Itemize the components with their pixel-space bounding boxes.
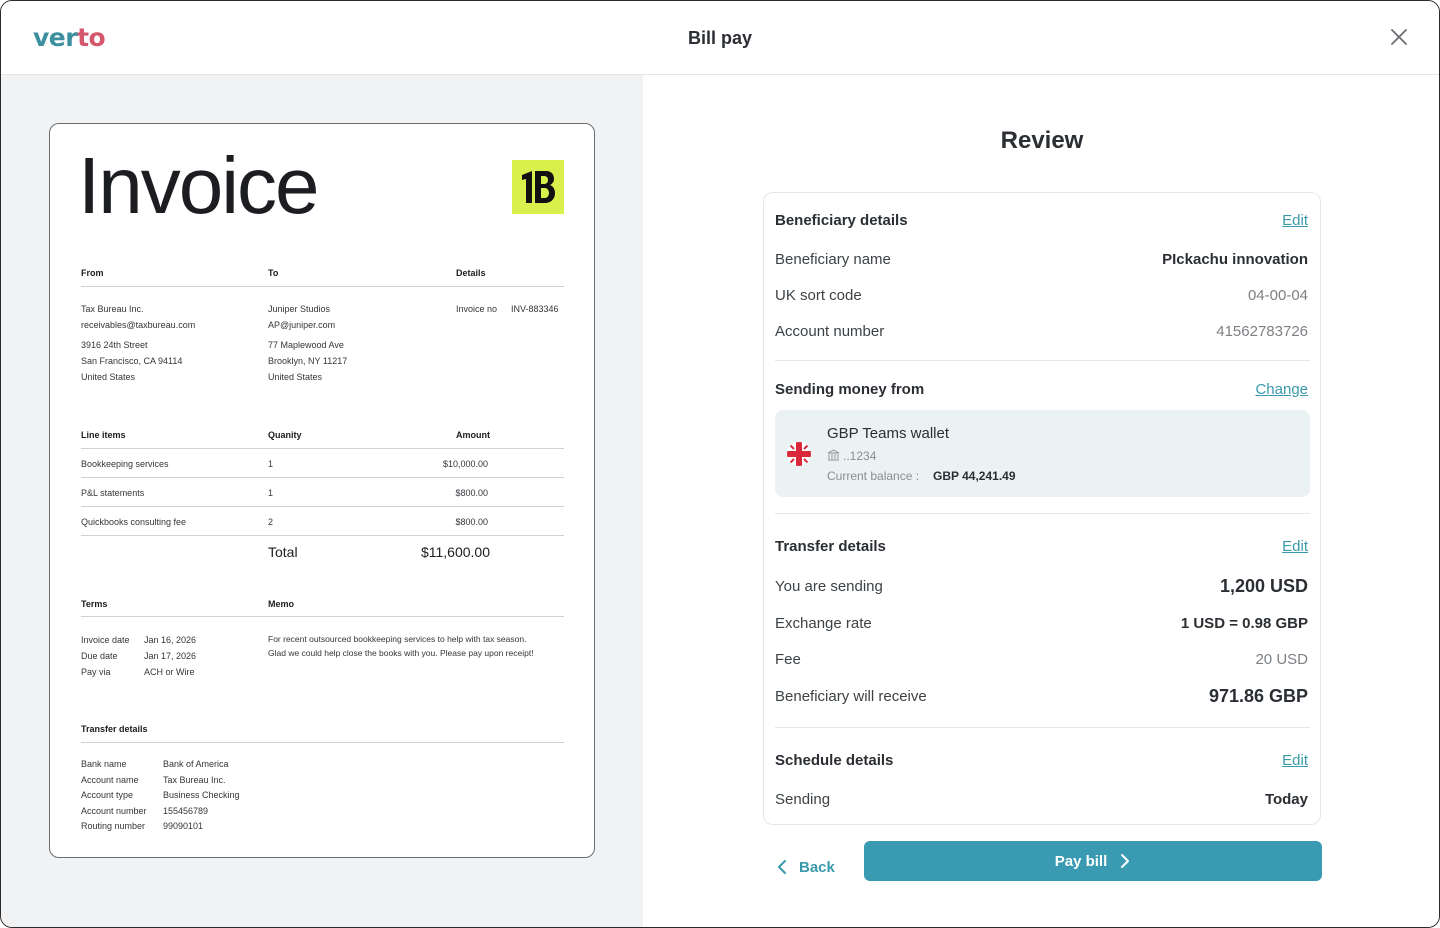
- review-pane: Review Beneficiary details Edit Benefici…: [643, 75, 1439, 927]
- chevron-left-icon: [778, 860, 786, 874]
- schedule-details-heading: Schedule details: [775, 752, 894, 769]
- amount-label: Amount: [456, 430, 490, 440]
- beneficiary-receive-label: Beneficiary will receive: [775, 688, 927, 705]
- wallet-name: GBP Teams wallet: [827, 425, 949, 442]
- exchange-rate: 1 USD = 0.98 GBP: [1180, 615, 1308, 632]
- balance-label: Current balance :: [827, 469, 920, 483]
- line-item-name: Quickbooks consulting fee: [81, 517, 187, 527]
- exchange-rate-label: Exchange rate: [775, 615, 872, 632]
- fee-label: Fee: [775, 651, 801, 668]
- edit-transfer-link[interactable]: Edit: [1282, 538, 1308, 555]
- you-are-sending-label: You are sending: [775, 578, 883, 595]
- divider: [81, 286, 564, 287]
- back-label: Back: [799, 858, 835, 876]
- account-number: 41562783726: [1216, 323, 1308, 340]
- divider: [81, 448, 564, 449]
- invoice-no-label: Invoice no: [456, 304, 498, 314]
- vendor-logo: [512, 160, 564, 214]
- top-bar: verto Bill pay: [1, 1, 1439, 75]
- divider: [81, 616, 564, 617]
- sort-code-label: UK sort code: [775, 287, 862, 304]
- divider: [81, 506, 564, 507]
- invoice-no: INV-883346: [511, 304, 559, 314]
- chevron-right-icon: [1121, 854, 1130, 868]
- invoice-preview-pane: Invoice From To Details Tax Bureau Inc. …: [1, 75, 643, 927]
- schedule-sending-label: Sending: [775, 791, 831, 808]
- edit-schedule-link[interactable]: Edit: [1282, 752, 1308, 769]
- quantity-label: Quanity: [268, 430, 302, 440]
- memo-text: For recent outsourced bookkeeping servic…: [268, 634, 534, 658]
- from-block: Tax Bureau Inc. receivables@taxbureau.co…: [81, 304, 196, 330]
- pay-bill-label: Pay bill: [1054, 852, 1108, 870]
- terms-label: Terms: [81, 599, 108, 609]
- pay-bill-button[interactable]: Pay bill: [864, 841, 1322, 881]
- divider: [775, 360, 1310, 361]
- transfer-details-heading: Transfer details: [775, 538, 886, 555]
- line-item-qty: 1: [268, 459, 274, 469]
- to-block: Juniper Studios AP@juniper.com: [268, 304, 336, 330]
- change-source-link[interactable]: Change: [1255, 381, 1308, 398]
- divider: [775, 727, 1310, 728]
- receive-amount: 971.86 GBP: [1208, 686, 1308, 706]
- terms-values: Jan 16, 2026 Jan 17, 2026 ACH or Wire: [144, 635, 197, 677]
- to-label: To: [268, 268, 279, 278]
- sort-code: 04-00-04: [1247, 287, 1308, 304]
- terms-labels: Invoice date Due date Pay via: [81, 635, 130, 677]
- bank-icon: [827, 449, 840, 461]
- line-item-amount: $800.00: [455, 517, 488, 527]
- vendor-logo-icon: [522, 171, 555, 203]
- invoice-title: Invoice: [78, 141, 319, 230]
- transfer-details-label: Transfer details: [81, 724, 148, 734]
- divider: [81, 535, 564, 536]
- schedule-sending-value: Today: [1264, 791, 1308, 808]
- line-item-amount: $10,000.00: [442, 459, 488, 469]
- page-title: Bill pay: [687, 28, 753, 48]
- sending-amount: 1,200 USD: [1219, 576, 1308, 596]
- divider: [81, 742, 564, 743]
- transfer-values: Bank of America Tax Bureau Inc. Business…: [163, 759, 240, 831]
- close-button[interactable]: [1387, 25, 1411, 49]
- review-card: Beneficiary details Edit Beneficiary nam…: [763, 192, 1321, 825]
- line-items-label: Line items: [81, 430, 126, 440]
- details-label: Details: [456, 268, 486, 278]
- beneficiary-name-label: Beneficiary name: [775, 251, 891, 268]
- wallet-account: ..1234: [827, 449, 876, 463]
- fee: 20 USD: [1255, 651, 1308, 668]
- to-address: 77 Maplewood Ave Brooklyn, NY 11217 Unit…: [268, 340, 348, 382]
- sending-money-from-heading: Sending money from: [775, 381, 925, 398]
- line-item-amount: $800.00: [455, 488, 488, 498]
- uk-flag-icon: [787, 442, 811, 466]
- from-label: From: [81, 268, 104, 278]
- back-button[interactable]: Back: [775, 851, 835, 883]
- beneficiary-name: PIckachu innovation: [1162, 251, 1308, 268]
- account-number-label: Account number: [775, 323, 885, 340]
- memo-label: Memo: [268, 599, 295, 609]
- line-item-name: Bookkeeping services: [81, 459, 169, 469]
- source-wallet-card: GBP Teams wallet ..1234 Current balance …: [775, 410, 1310, 497]
- invoice-document: Invoice From To Details Tax Bureau Inc. …: [49, 123, 595, 858]
- review-title: Review: [1000, 127, 1084, 154]
- transfer-labels: Bank name Account name Account type Acco…: [81, 759, 147, 831]
- line-item-qty: 1: [268, 488, 274, 498]
- beneficiary-details-heading: Beneficiary details: [775, 212, 908, 229]
- divider: [81, 477, 564, 478]
- line-item-name: P&L statements: [81, 488, 145, 498]
- divider: [775, 513, 1310, 514]
- from-address: 3916 24th Street San Francisco, CA 94114…: [81, 340, 183, 382]
- edit-beneficiary-link[interactable]: Edit: [1282, 212, 1308, 229]
- balance-value: GBP 44,241.49: [933, 469, 1016, 483]
- close-icon: [1391, 29, 1407, 45]
- total-label: Total: [268, 544, 298, 560]
- line-item-qty: 2: [268, 517, 274, 527]
- bill-pay-window: verto Bill pay Invoice From To Details T…: [0, 0, 1440, 928]
- total-amount: $11,600.00: [420, 544, 490, 560]
